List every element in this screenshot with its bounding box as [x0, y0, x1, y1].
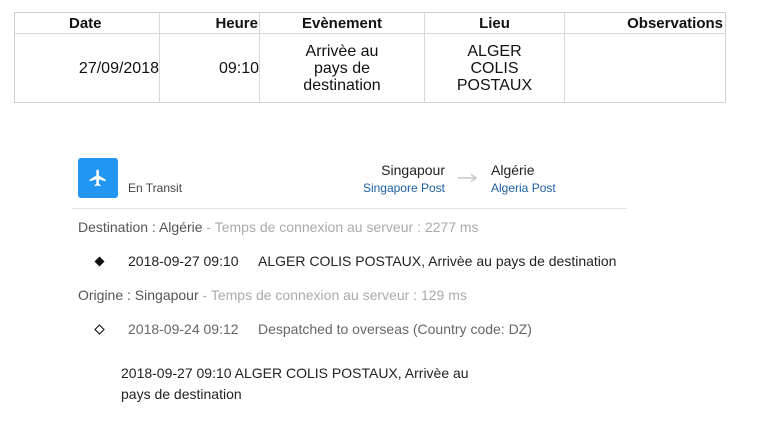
cell-event-text: Arrivèe au pays de destination	[303, 42, 381, 94]
list-item: 2018-09-24 09:12 Despatched to overseas …	[93, 320, 532, 338]
event-datetime: 2018-09-24 09:12	[128, 321, 239, 337]
table-header-row: Date Heure Evènement Lieu Observations	[15, 13, 725, 34]
list-item: 2018-09-27 09:10 ALGER COLIS POSTAUX, Ar…	[93, 252, 616, 270]
cell-lieu: ALGER COLIS POSTAUX	[425, 34, 565, 102]
origin-country: Singapour	[381, 162, 445, 178]
origin-section-heading: Origine : Singapour - Temps de connexion…	[78, 287, 467, 303]
cell-date: 27/09/2018	[15, 34, 160, 102]
destination-connection-time: - Temps de connexion au serveur : 2277 m…	[202, 219, 479, 235]
table-row: 27/09/2018 09:10 Arrivèe au pays de dest…	[15, 34, 725, 102]
cell-event: Arrivèe au pays de destination	[260, 34, 425, 102]
column-header-date: Date	[15, 13, 160, 34]
divider	[72, 208, 627, 209]
column-header-event: Evènement	[260, 13, 425, 34]
route-origin: Singapour Singapore Post	[363, 162, 445, 195]
filled-diamond-icon	[93, 256, 105, 267]
destination-country: Algérie	[491, 162, 535, 178]
route-destination: Algérie Algeria Post	[491, 162, 556, 195]
cell-lieu-text: ALGER COLIS POSTAUX	[456, 42, 533, 94]
cell-heure: 09:10	[160, 34, 260, 102]
column-header-observations: Observations	[565, 13, 725, 34]
destination-section-heading: Destination : Algérie - Temps de connexi…	[78, 219, 479, 235]
destination-carrier-link[interactable]: Algeria Post	[491, 181, 556, 195]
event-description: ALGER COLIS POSTAUX, Arrivèe au pays de …	[258, 253, 617, 269]
origin-connection-time: - Temps de connexion au serveur : 129 ms	[198, 287, 467, 303]
airplane-icon	[89, 169, 106, 187]
arrow-right-icon	[458, 173, 478, 183]
cell-observations	[565, 34, 725, 102]
origin-section-title: Origine : Singapour	[78, 287, 199, 303]
hollow-diamond-icon	[93, 323, 105, 335]
tracking-table: Date Heure Evènement Lieu Observations 2…	[14, 12, 726, 103]
status-badge	[78, 158, 118, 198]
destination-section-title: Destination : Algérie	[78, 219, 203, 235]
status-label: En Transit	[128, 181, 183, 195]
event-description: Despatched to overseas (Country code: DZ…	[258, 321, 532, 337]
event-datetime: 2018-09-27 09:10	[128, 253, 239, 269]
latest-event-summary: 2018-09-27 09:10 ALGER COLIS POSTAUX, Ar…	[121, 365, 469, 402]
column-header-lieu: Lieu	[425, 13, 565, 34]
origin-carrier-link[interactable]: Singapore Post	[363, 181, 445, 195]
column-header-heure: Heure	[160, 13, 260, 34]
